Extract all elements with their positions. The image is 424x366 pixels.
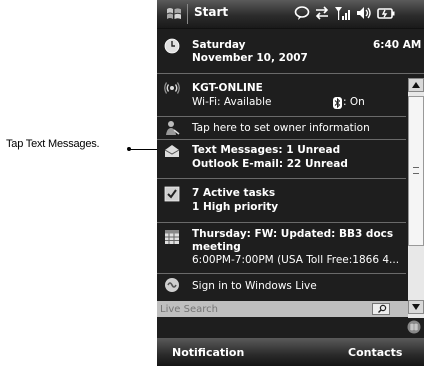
windows-live-text: Sign in to Windows Live bbox=[192, 280, 317, 292]
messages-row[interactable]: Text Messages: 1 Unread Outlook E-mail: … bbox=[157, 140, 406, 179]
live-search-box bbox=[157, 301, 408, 317]
owner-info-row[interactable]: Tap here to set owner information bbox=[157, 117, 406, 140]
softkey-bar: Notification Contacts bbox=[157, 338, 424, 366]
date-row[interactable]: Saturday November 10, 2007 6:40 AM bbox=[157, 29, 424, 74]
battery-icon[interactable] bbox=[377, 5, 395, 21]
magnifier-icon bbox=[378, 304, 387, 313]
scroll-down-button[interactable] bbox=[408, 300, 424, 314]
speaker-icon[interactable] bbox=[356, 5, 372, 21]
active-tasks: 7 Active tasks bbox=[192, 187, 276, 199]
wifi-status: Wi-Fi: Available bbox=[192, 96, 272, 108]
notification-softkey[interactable]: Notification bbox=[172, 346, 244, 359]
task-checkbox-icon bbox=[164, 186, 180, 202]
title-bar: Start bbox=[157, 0, 424, 29]
envelope-icon bbox=[164, 145, 180, 157]
clock-icon bbox=[164, 38, 180, 54]
callout-label: Tap Text Messages. bbox=[6, 138, 100, 150]
search-button[interactable] bbox=[372, 303, 390, 315]
text-messages-count[interactable]: Text Messages: 1 Unread bbox=[192, 144, 340, 157]
appointment-title: Thursday: FW: Updated: BB3 docs bbox=[192, 228, 394, 240]
arrow-up-icon bbox=[412, 82, 420, 88]
high-priority-tasks: 1 High priority bbox=[192, 201, 279, 213]
date-weekday: Saturday bbox=[192, 39, 246, 51]
start-label[interactable]: Start bbox=[194, 5, 228, 19]
input-panel-icon[interactable] bbox=[406, 320, 422, 334]
arrow-down-icon bbox=[412, 304, 420, 310]
wireless-antenna-icon bbox=[164, 82, 180, 94]
live-search-input[interactable] bbox=[157, 301, 370, 317]
tasks-row[interactable]: 7 Active tasks 1 High priority bbox=[157, 179, 406, 223]
owner-info-text: Tap here to set owner information bbox=[192, 122, 370, 134]
bluetooth-status: : On bbox=[343, 96, 365, 108]
callout-pointer-dot bbox=[127, 147, 131, 151]
windows-live-row[interactable]: Sign in to Windows Live bbox=[157, 274, 406, 300]
date-full: November 10, 2007 bbox=[192, 52, 308, 64]
vertical-scrollbar[interactable] bbox=[408, 78, 424, 318]
scroll-thumb[interactable] bbox=[408, 96, 424, 246]
time-display: 6:40 AM bbox=[373, 39, 422, 51]
appointment-title-cont: meeting bbox=[192, 241, 241, 253]
wireless-row[interactable]: KGT-ONLINE Wi-Fi: Available : On bbox=[157, 78, 406, 117]
network-name: KGT-ONLINE bbox=[192, 82, 263, 94]
sync-arrows-icon[interactable] bbox=[314, 5, 330, 21]
phone-screen: Start Saturday November 10, 2007 6:40 AM… bbox=[157, 0, 424, 366]
windows-flag-icon[interactable] bbox=[166, 6, 182, 22]
title-separator bbox=[187, 4, 188, 24]
callout-pointer-line bbox=[130, 149, 157, 150]
contacts-softkey[interactable]: Contacts bbox=[348, 346, 402, 359]
bluetooth-icon bbox=[333, 97, 342, 109]
owner-person-icon bbox=[166, 121, 180, 135]
windows-live-icon bbox=[165, 278, 179, 292]
signal-strength-icon[interactable] bbox=[334, 5, 350, 21]
speech-bubble-icon[interactable] bbox=[294, 5, 310, 21]
thumb-grip bbox=[413, 167, 419, 174]
calendar-row[interactable]: Thursday: FW: Updated: BB3 docs meeting … bbox=[157, 223, 406, 274]
outlook-email-count[interactable]: Outlook E-mail: 22 Unread bbox=[192, 158, 348, 171]
appointment-detail: 6:00PM-7:00PM (USA Toll Free:1866 4... bbox=[192, 254, 400, 266]
scroll-up-button[interactable] bbox=[408, 78, 424, 92]
calendar-icon bbox=[165, 230, 179, 244]
